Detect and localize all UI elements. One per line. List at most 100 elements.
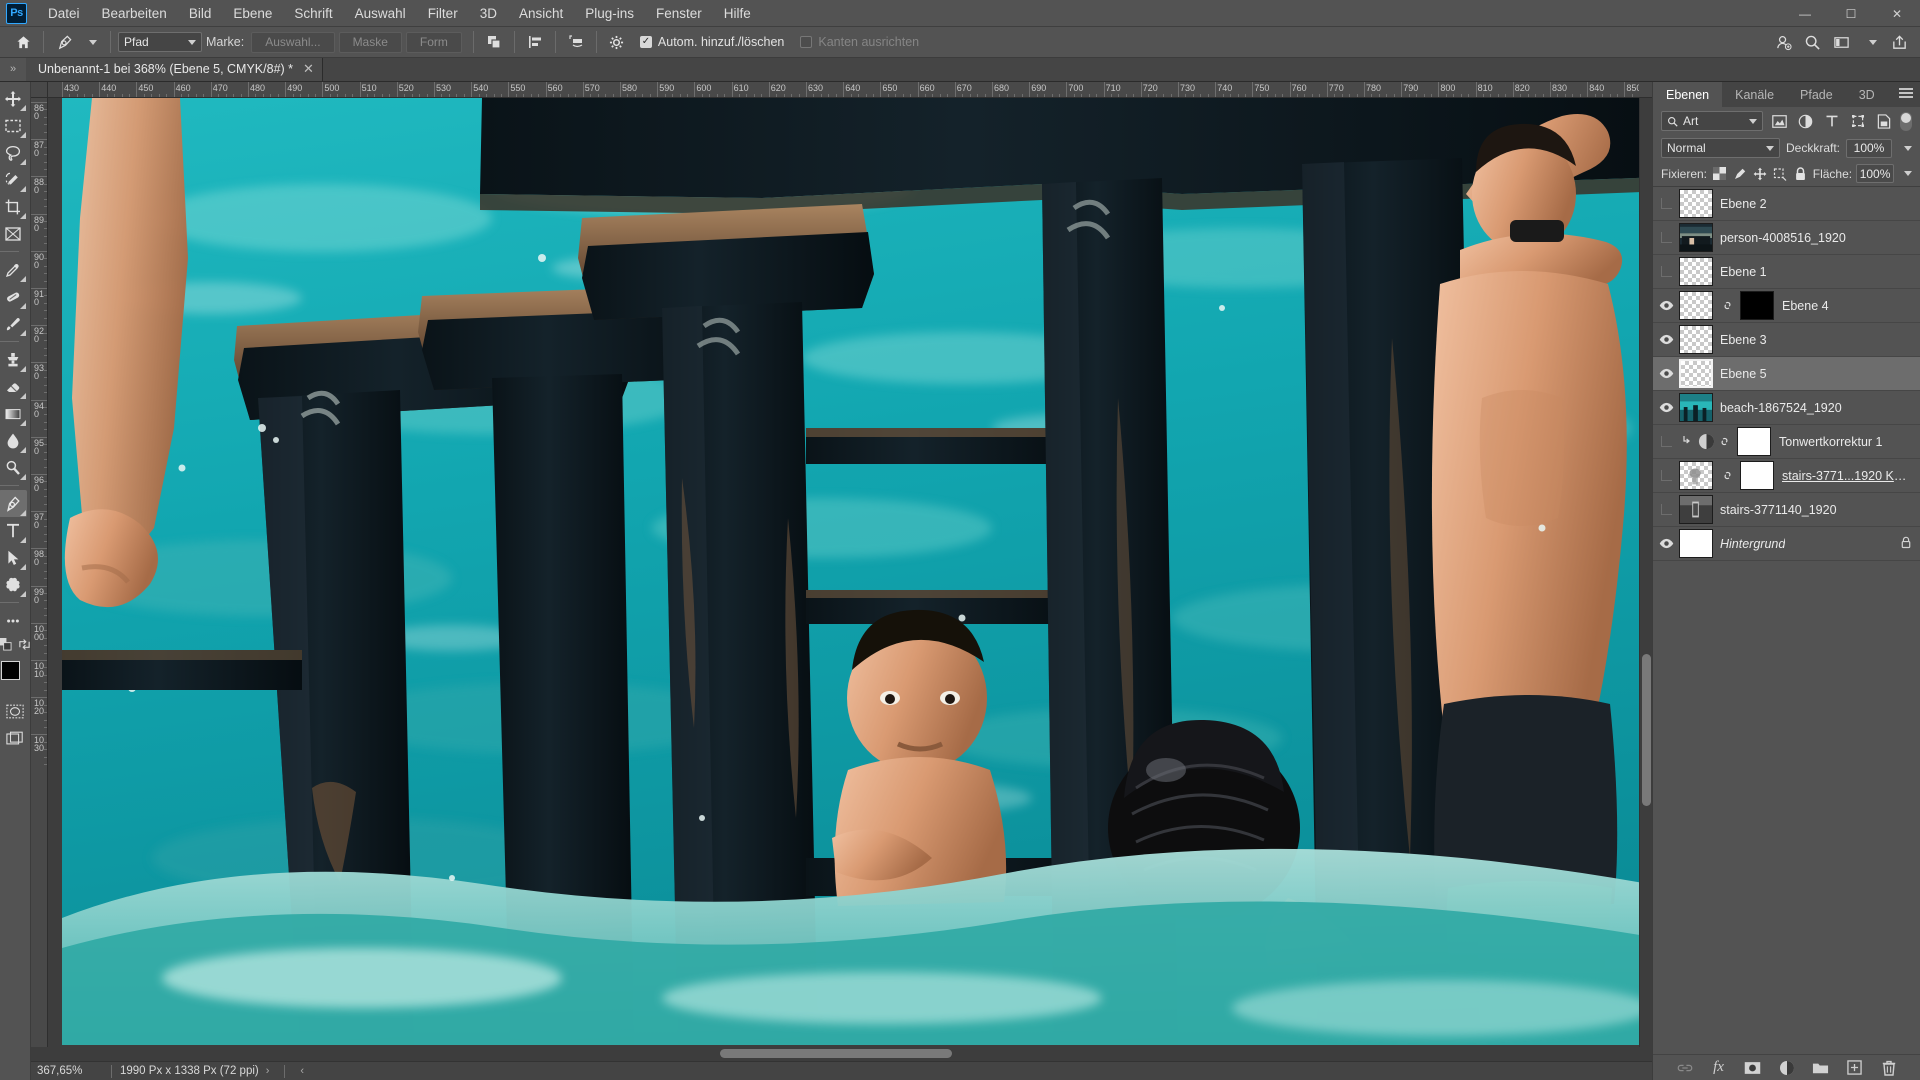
layer-row[interactable]: Hintergrund: [1653, 527, 1920, 561]
tab-pfade[interactable]: Pfade: [1787, 82, 1846, 107]
menu-auswahl[interactable]: Auswahl: [344, 2, 417, 25]
blend-mode-select[interactable]: Normal: [1661, 138, 1780, 158]
align-edges-checkbox[interactable]: ✓ Kanten ausrichten: [800, 35, 935, 49]
swap-colors-icon[interactable]: [18, 638, 31, 654]
vertical-scrollbar[interactable]: [1639, 98, 1652, 1047]
dodge-tool[interactable]: [0, 454, 27, 481]
close-icon[interactable]: ✕: [303, 61, 314, 77]
layer-row[interactable]: Ebene 2: [1653, 187, 1920, 221]
eye-visible-icon[interactable]: [1653, 334, 1679, 345]
pixel-filter-icon[interactable]: [1769, 111, 1789, 131]
minimize-button[interactable]: —: [1782, 0, 1828, 27]
menu-hilfe[interactable]: Hilfe: [713, 2, 762, 25]
move-tool[interactable]: [0, 85, 27, 112]
eye-hidden-icon[interactable]: [1653, 470, 1679, 481]
menu-3d[interactable]: 3D: [469, 2, 508, 25]
horizontal-scrollbar[interactable]: [48, 1047, 1639, 1061]
new-adjustment-layer-icon[interactable]: [1778, 1059, 1795, 1076]
layer-name[interactable]: beach-1867524_1920: [1720, 401, 1842, 415]
link-layers-icon[interactable]: [1676, 1059, 1693, 1076]
eye-visible-icon[interactable]: [1653, 300, 1679, 311]
gradient-tool[interactable]: [0, 400, 27, 427]
lock-position-icon[interactable]: [1752, 164, 1768, 184]
filter-toggle-icon[interactable]: [1900, 111, 1912, 131]
layer-thumbnail[interactable]: [1679, 325, 1713, 354]
pen-tool-icon[interactable]: [51, 29, 77, 55]
status-prev-icon[interactable]: ‹: [293, 1065, 311, 1077]
frame-tool[interactable]: [0, 220, 27, 247]
menu-filter[interactable]: Filter: [417, 2, 469, 25]
smartobject-filter-icon[interactable]: [1874, 111, 1894, 131]
make-selection-button[interactable]: Auswahl...: [251, 31, 335, 53]
layer-row[interactable]: Tonwertkorrektur 1: [1653, 425, 1920, 459]
layer-name[interactable]: Ebene 5: [1720, 367, 1767, 381]
mask-link-icon[interactable]: [1720, 299, 1734, 312]
maximize-button[interactable]: ☐: [1828, 0, 1874, 27]
layer-row[interactable]: Ebene 5: [1653, 357, 1920, 391]
path-alignment-icon[interactable]: [522, 29, 548, 55]
eraser-tool[interactable]: [0, 373, 27, 400]
lasso-tool[interactable]: [0, 139, 27, 166]
lock-artboard-icon[interactable]: [1772, 164, 1788, 184]
layer-row[interactable]: person-4008516_1920: [1653, 221, 1920, 255]
make-shape-button[interactable]: Form: [405, 31, 462, 53]
workspace-icon[interactable]: [1828, 29, 1854, 55]
lock-all-icon[interactable]: [1792, 164, 1808, 184]
collapse-panel-icon[interactable]: »: [0, 57, 26, 81]
layer-row[interactable]: Ebene 1: [1653, 255, 1920, 289]
horizontal-ruler[interactable]: 430 440 450 460 470 480 490 500 510 520 530 540 550 5…: [48, 82, 1639, 98]
layer-name[interactable]: Ebene 4: [1782, 299, 1829, 313]
layer-name[interactable]: Ebene 1: [1720, 265, 1767, 279]
shape-filter-icon[interactable]: [1848, 111, 1868, 131]
layer-row[interactable]: Ebene 3: [1653, 323, 1920, 357]
close-button[interactable]: ✕: [1874, 0, 1920, 27]
auto-add-delete-checkbox[interactable]: ✓ Autom. hinzuf./löschen: [639, 35, 800, 49]
blur-tool[interactable]: [0, 427, 27, 454]
layer-thumbnail[interactable]: [1679, 359, 1713, 388]
eye-hidden-icon[interactable]: [1653, 504, 1679, 515]
menu-bearbeiten[interactable]: Bearbeiten: [91, 2, 178, 25]
layer-name[interactable]: Tonwertkorrektur 1: [1779, 435, 1883, 449]
opacity-chevron-icon[interactable]: [1904, 145, 1912, 151]
brush-tool[interactable]: [0, 310, 27, 337]
layer-thumbnail[interactable]: [1679, 223, 1713, 252]
vertical-scrollbar-thumb[interactable]: [1642, 654, 1651, 806]
eye-hidden-icon[interactable]: [1653, 198, 1679, 209]
mask-link-icon[interactable]: [1717, 435, 1731, 448]
layer-name[interactable]: person-4008516_1920: [1720, 231, 1846, 245]
layer-row[interactable]: beach-1867524_1920: [1653, 391, 1920, 425]
layer-mask-thumbnail[interactable]: [1737, 427, 1771, 456]
layer-name[interactable]: Ebene 2: [1720, 197, 1767, 211]
default-colors-icon[interactable]: [0, 638, 12, 654]
tool-preset-chevron-icon[interactable]: [77, 29, 103, 55]
new-layer-icon[interactable]: [1846, 1059, 1863, 1076]
layer-thumbnail[interactable]: [1679, 393, 1713, 422]
layer-thumbnail[interactable]: [1679, 529, 1713, 558]
menu-ansicht[interactable]: Ansicht: [508, 2, 574, 25]
layer-name[interactable]: Hintergrund: [1720, 537, 1785, 551]
tool-mode-select[interactable]: Pfad: [118, 32, 202, 52]
eye-visible-icon[interactable]: [1653, 538, 1679, 549]
eye-hidden-icon[interactable]: [1653, 436, 1679, 447]
canvas-viewport[interactable]: [48, 98, 1639, 1047]
search-icon[interactable]: [1799, 29, 1825, 55]
path-arrangement-icon[interactable]: [563, 29, 589, 55]
tab-kan-le[interactable]: Kanäle: [1722, 82, 1787, 107]
pen-tool[interactable]: [0, 490, 27, 517]
path-operations-icon[interactable]: [481, 29, 507, 55]
eye-visible-icon[interactable]: [1653, 402, 1679, 413]
layer-thumbnail[interactable]: [1679, 291, 1713, 320]
filter-kind-select[interactable]: Art: [1661, 111, 1764, 131]
tab-3d[interactable]: 3D: [1846, 82, 1888, 107]
adjustment-filter-icon[interactable]: [1796, 111, 1816, 131]
custom-shape-tool[interactable]: [0, 571, 27, 598]
layer-thumbnail[interactable]: [1679, 257, 1713, 286]
lock-transparency-icon[interactable]: [1711, 164, 1727, 184]
layer-thumbnail[interactable]: [1679, 461, 1713, 490]
export-icon[interactable]: [1886, 29, 1912, 55]
more-tools[interactable]: [0, 607, 27, 634]
menu-datei[interactable]: Datei: [37, 2, 91, 25]
gear-icon[interactable]: [604, 29, 630, 55]
eye-visible-icon[interactable]: [1653, 368, 1679, 379]
path-selection-tool[interactable]: [0, 544, 27, 571]
